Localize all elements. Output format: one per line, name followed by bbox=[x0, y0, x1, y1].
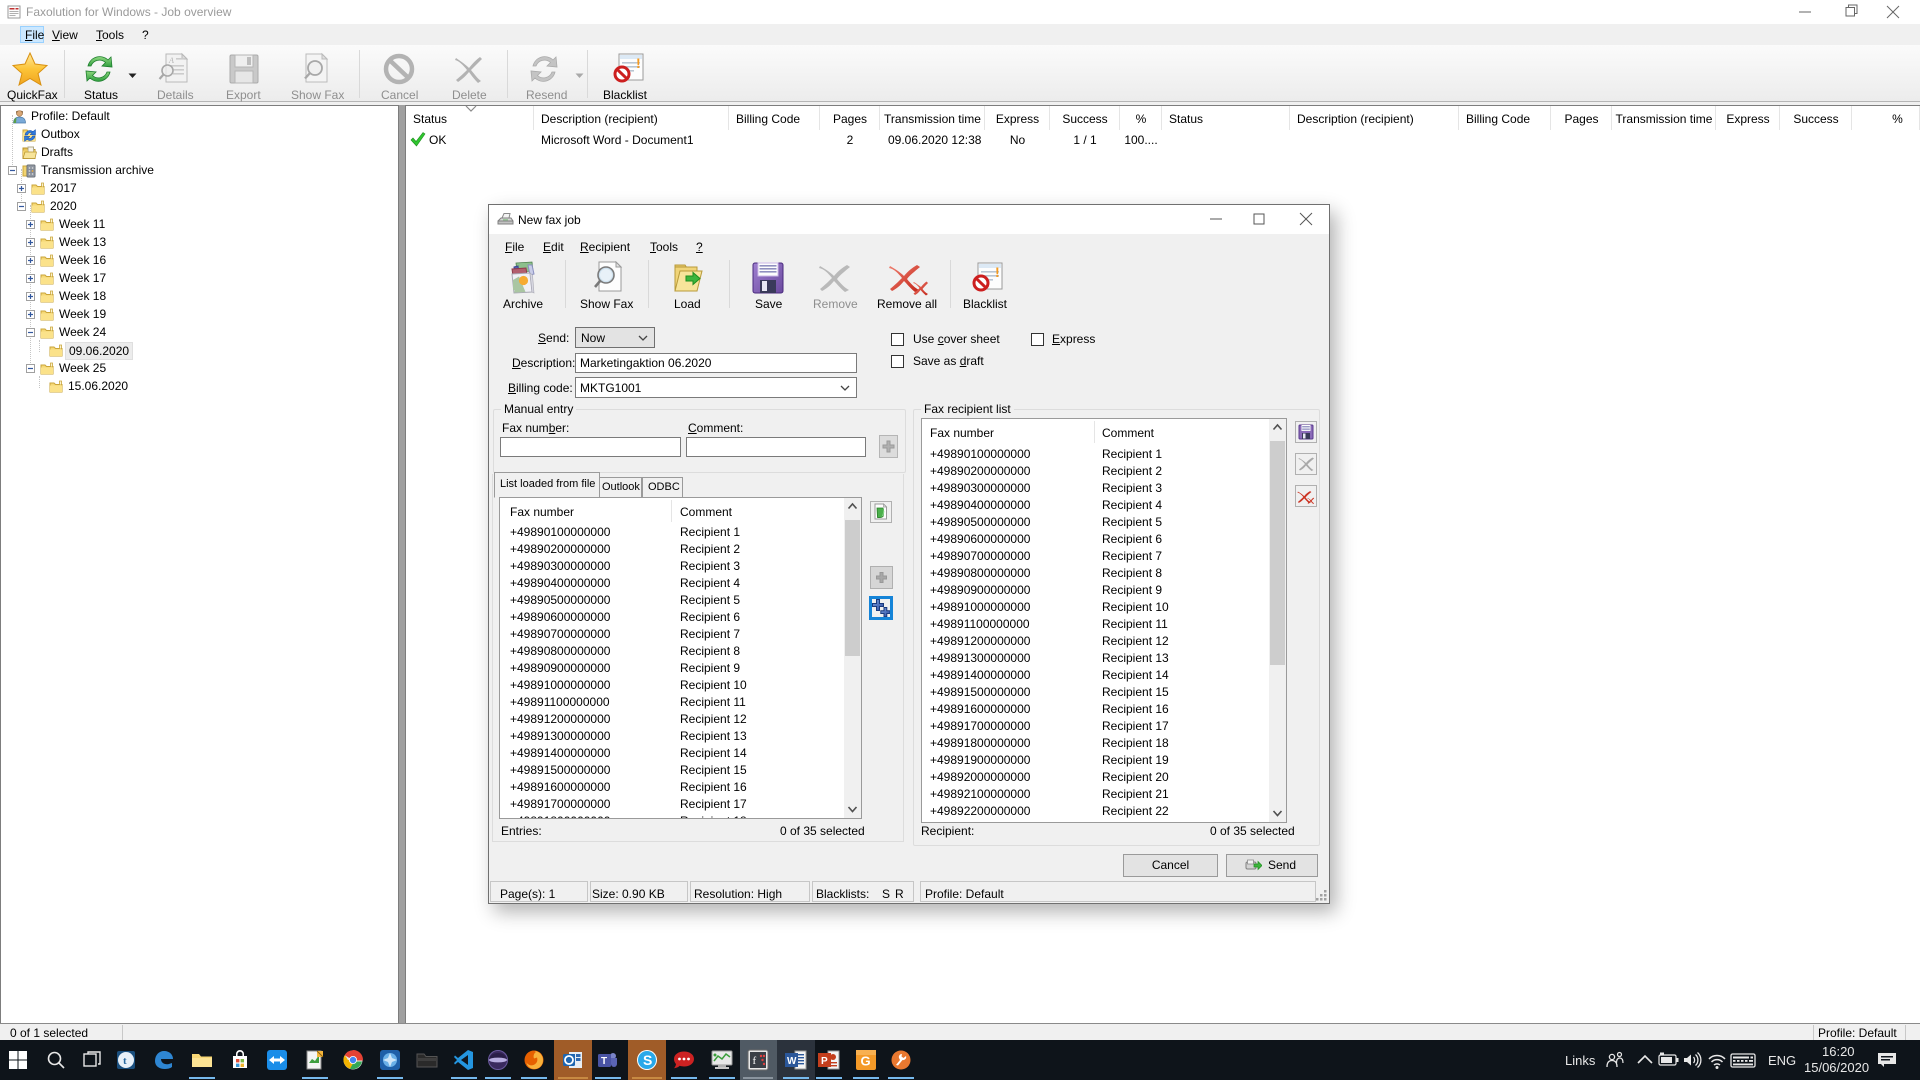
svg-text:f: f bbox=[753, 1055, 757, 1067]
svg-text:!: ! bbox=[995, 264, 1000, 280]
svg-text:P: P bbox=[821, 1056, 828, 1067]
svg-text:G: G bbox=[861, 1054, 871, 1069]
svg-text:S: S bbox=[643, 1052, 652, 1068]
svg-text:A: A bbox=[168, 56, 174, 65]
svg-text:t: t bbox=[123, 1055, 127, 1067]
svg-text:!: ! bbox=[636, 55, 641, 71]
svg-text:W: W bbox=[787, 1056, 797, 1067]
svg-text:T: T bbox=[601, 1056, 607, 1067]
